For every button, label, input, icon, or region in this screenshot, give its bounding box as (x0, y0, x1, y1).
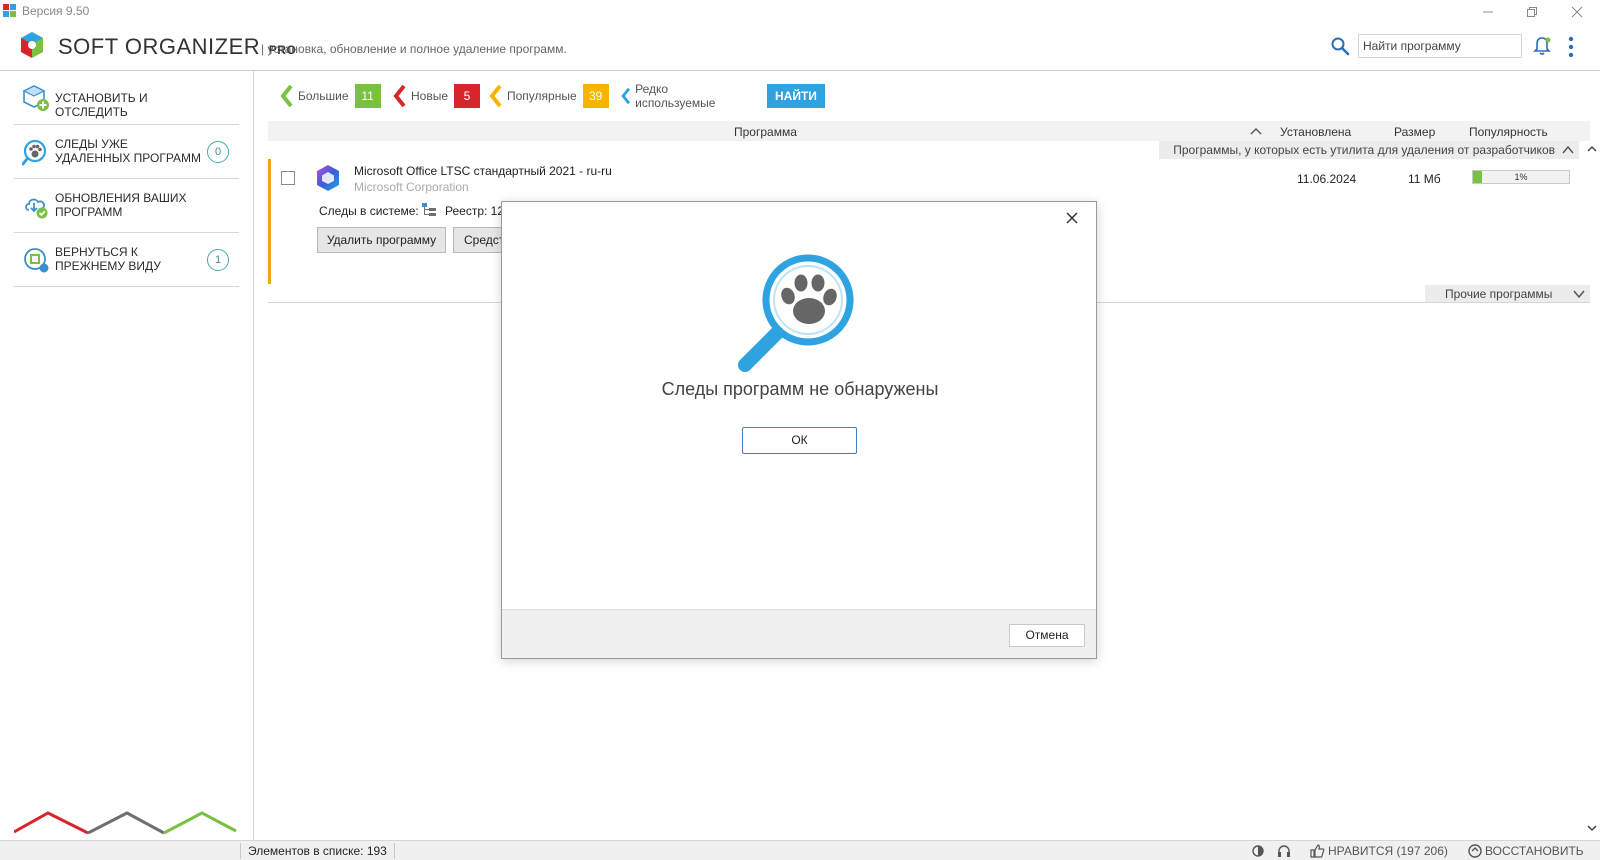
version-text: Версия 9.50 (22, 4, 90, 18)
column-installed[interactable]: Установлена (1280, 125, 1351, 139)
filter-tab-count: 5 (454, 84, 481, 108)
removed-traces-badge: 0 (207, 141, 229, 163)
program-name: Microsoft Office LTSC стандартный 2021 -… (354, 164, 612, 178)
notification-bell-icon[interactable] (1532, 36, 1552, 56)
classic-view-icon (24, 248, 49, 273)
theme-toggle-icon[interactable] (1250, 843, 1266, 859)
chevron-left-icon (393, 84, 406, 108)
sidebar-item-install-track[interactable]: УСТАНОВИТЬ И ОТСЛЕДИТЬ (14, 71, 239, 125)
row-checkbox[interactable] (281, 171, 295, 185)
soft-organizer-logo (21, 32, 43, 58)
filter-tab-large[interactable]: Большие 11 (280, 84, 381, 108)
group-header-other-programs[interactable]: Прочие программы (1425, 285, 1590, 303)
group-label: Прочие программы (1445, 287, 1553, 301)
like-button[interactable]: НРАВИТСЯ (197 206) (1328, 844, 1448, 858)
sidebar: УСТАНОВИТЬ И ОТСЛЕДИТЬ СЛЕДЫ УЖЕ УДАЛЕНН… (0, 71, 254, 840)
filter-tab-count: 39 (582, 84, 609, 108)
search-icon[interactable] (1330, 36, 1350, 56)
filter-tab-label: Редко используемые (635, 82, 716, 110)
column-program[interactable]: Программа (734, 125, 797, 139)
support-headset-icon[interactable] (1276, 843, 1292, 859)
more-menu-icon[interactable] (1566, 36, 1576, 58)
restore-window-icon (1527, 7, 1537, 17)
filter-tab-label: Большие (298, 89, 349, 103)
no-traces-dialog: Следы программ не обнаружены ОК Отмена (501, 201, 1097, 659)
cancel-button[interactable]: Отмена (1009, 624, 1085, 647)
cloud-update-icon (25, 198, 48, 219)
sidebar-item-updates[interactable]: ОБНОВЛЕНИЯ ВАШИХ ПРОГРАММ (14, 179, 239, 233)
close-icon (1571, 6, 1583, 18)
program-size: 11 Мб (1408, 172, 1441, 186)
sidebar-item-label: УСТАНОВИТЬ И ОТСЛЕДИТЬ (55, 91, 148, 119)
divider (394, 843, 395, 859)
status-bar: Элементов в списке: 193 НРАВИТСЯ (197 20… (0, 840, 1600, 860)
scroll-up-icon[interactable] (1586, 143, 1598, 155)
chevron-left-icon (489, 84, 502, 108)
filter-tab-popular[interactable]: Популярные 39 (489, 84, 609, 108)
paw-magnifier-icon (22, 139, 47, 166)
chevron-up-icon (1562, 145, 1574, 154)
popularity-bar: 1% (1472, 170, 1570, 184)
restore-window-button[interactable] (1518, 2, 1546, 22)
sidebar-item-label: СЛЕДЫ УЖЕ УДАЛЕННЫХ ПРОГРАММ (55, 137, 202, 165)
filter-tab-label: Популярные (507, 89, 577, 103)
sidebar-item-label: ОБНОВЛЕНИЯ ВАШИХ ПРОГРАММ (55, 191, 187, 219)
sidebar-item-classic-view[interactable]: ВЕРНУТЬСЯ К ПРЕЖНЕМУ ВИДУ 1 (14, 233, 239, 287)
title-bar: Версия 9.50 (0, 0, 1600, 24)
divider (240, 843, 241, 859)
tagline: | установка, обновление и полное удалени… (261, 42, 567, 56)
registry-count[interactable]: Реестр: 12 (445, 204, 504, 218)
dialog-footer: Отмена (502, 609, 1096, 658)
chevron-left-icon (621, 87, 631, 105)
microsoft-office-icon (317, 165, 339, 191)
filter-tab-rarely-used[interactable]: Редко используемые (621, 82, 725, 110)
install-track-icon (22, 85, 49, 111)
thumbs-up-icon[interactable] (1309, 843, 1325, 859)
close-dialog-icon[interactable] (1064, 210, 1080, 226)
classic-view-badge: 1 (207, 249, 229, 271)
popularity-text: 1% (1514, 172, 1528, 182)
search-input[interactable] (1358, 34, 1522, 58)
chevron-left-icon (280, 84, 293, 108)
items-count: Элементов в списке: 193 (248, 844, 387, 858)
group-label: Программы, у которых есть утилита для уд… (1173, 143, 1555, 157)
filter-tab-new[interactable]: Новые 5 (393, 84, 481, 108)
find-button[interactable]: НАЙТИ (767, 84, 825, 108)
uninstall-program-button[interactable]: Удалить программу (317, 227, 446, 253)
installed-date: 11.06.2024 (1297, 172, 1357, 186)
dialog-message: Следы программ не обнаружены (661, 379, 939, 399)
brand-zigzag-decoration (14, 811, 237, 835)
minimize-button[interactable] (1474, 2, 1502, 22)
column-popularity[interactable]: Популярность (1469, 125, 1548, 139)
filter-tab-count: 11 (354, 84, 381, 108)
close-window-button[interactable] (1563, 2, 1591, 22)
sort-up-icon[interactable] (1250, 126, 1262, 136)
chevron-down-icon (1573, 290, 1585, 299)
minimize-icon (1483, 11, 1493, 13)
sidebar-item-removed-traces[interactable]: СЛЕДЫ УЖЕ УДАЛЕННЫХ ПРОГРАММ 0 (14, 125, 239, 179)
program-vendor: Microsoft Corporation (354, 180, 469, 194)
group-header-developer-uninstaller[interactable]: Программы, у которых есть утилита для уд… (1159, 141, 1579, 159)
table-header: Программа Установлена Размер Популярност… (268, 121, 1590, 141)
restore-button[interactable]: ВОССТАНОВИТЬ (1485, 844, 1584, 858)
restore-icon[interactable] (1467, 843, 1483, 859)
sidebar-item-label: ВЕРНУТЬСЯ К ПРЕЖНЕМУ ВИДУ (55, 245, 161, 273)
paw-magnifier-icon (738, 254, 854, 372)
app-icon (3, 4, 16, 17)
traces-tree-icon (422, 203, 436, 216)
traces-label: Следы в системе: (319, 204, 419, 218)
scroll-down-icon[interactable] (1586, 822, 1598, 834)
ok-button[interactable]: ОК (742, 427, 857, 454)
app-header: SOFT ORGANIZER PRO | установка, обновлен… (0, 24, 1600, 71)
column-size[interactable]: Размер (1394, 125, 1435, 139)
filter-tab-label: Новые (411, 89, 449, 103)
